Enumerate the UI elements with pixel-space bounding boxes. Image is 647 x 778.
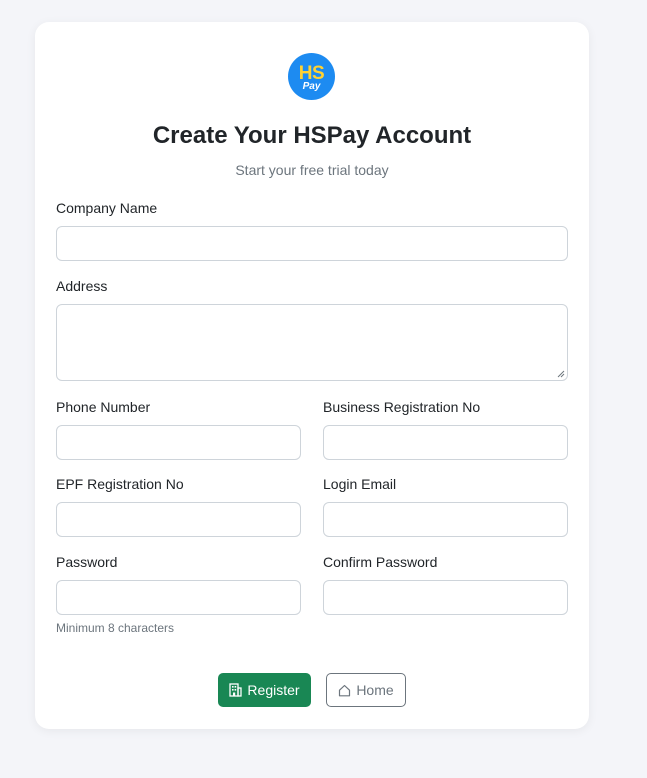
epf-registration-input[interactable]: [56, 502, 301, 537]
password-hint: Minimum 8 characters: [56, 621, 175, 635]
register-button[interactable]: Register: [218, 673, 311, 707]
address-textarea[interactable]: [56, 304, 568, 381]
building-icon: [229, 683, 243, 697]
phone-number-input[interactable]: [56, 425, 301, 460]
hspay-logo: HS Pay: [288, 53, 335, 100]
business-registration-label: Business Registration No: [323, 399, 481, 415]
epf-registration-label: EPF Registration No: [56, 476, 184, 492]
logo-pay-text: Pay: [302, 80, 321, 92]
login-email-label: Login Email: [323, 476, 397, 492]
register-button-label: Register: [247, 682, 300, 698]
business-registration-input[interactable]: [323, 425, 568, 460]
house-icon: [339, 684, 351, 696]
address-label: Address: [56, 278, 108, 294]
registration-card: HS Pay Create Your HSPay Account Start y…: [35, 22, 589, 729]
phone-number-label: Phone Number: [56, 399, 151, 415]
home-button[interactable]: Home: [326, 673, 406, 707]
page-title: Create Your HSPay Account: [152, 122, 472, 149]
logo-hs-text: HS: [298, 62, 325, 84]
home-button-label: Home: [356, 682, 394, 698]
company-name-label: Company Name: [56, 200, 158, 216]
resize-grip-icon[interactable]: [557, 370, 565, 378]
company-name-input[interactable]: [56, 226, 568, 261]
confirm-password-input[interactable]: [323, 580, 568, 615]
password-label: Password: [56, 554, 118, 570]
login-email-input[interactable]: [323, 502, 568, 537]
password-input[interactable]: [56, 580, 301, 615]
page-subtitle: Start your free trial today: [235, 162, 389, 178]
confirm-password-label: Confirm Password: [323, 554, 438, 570]
